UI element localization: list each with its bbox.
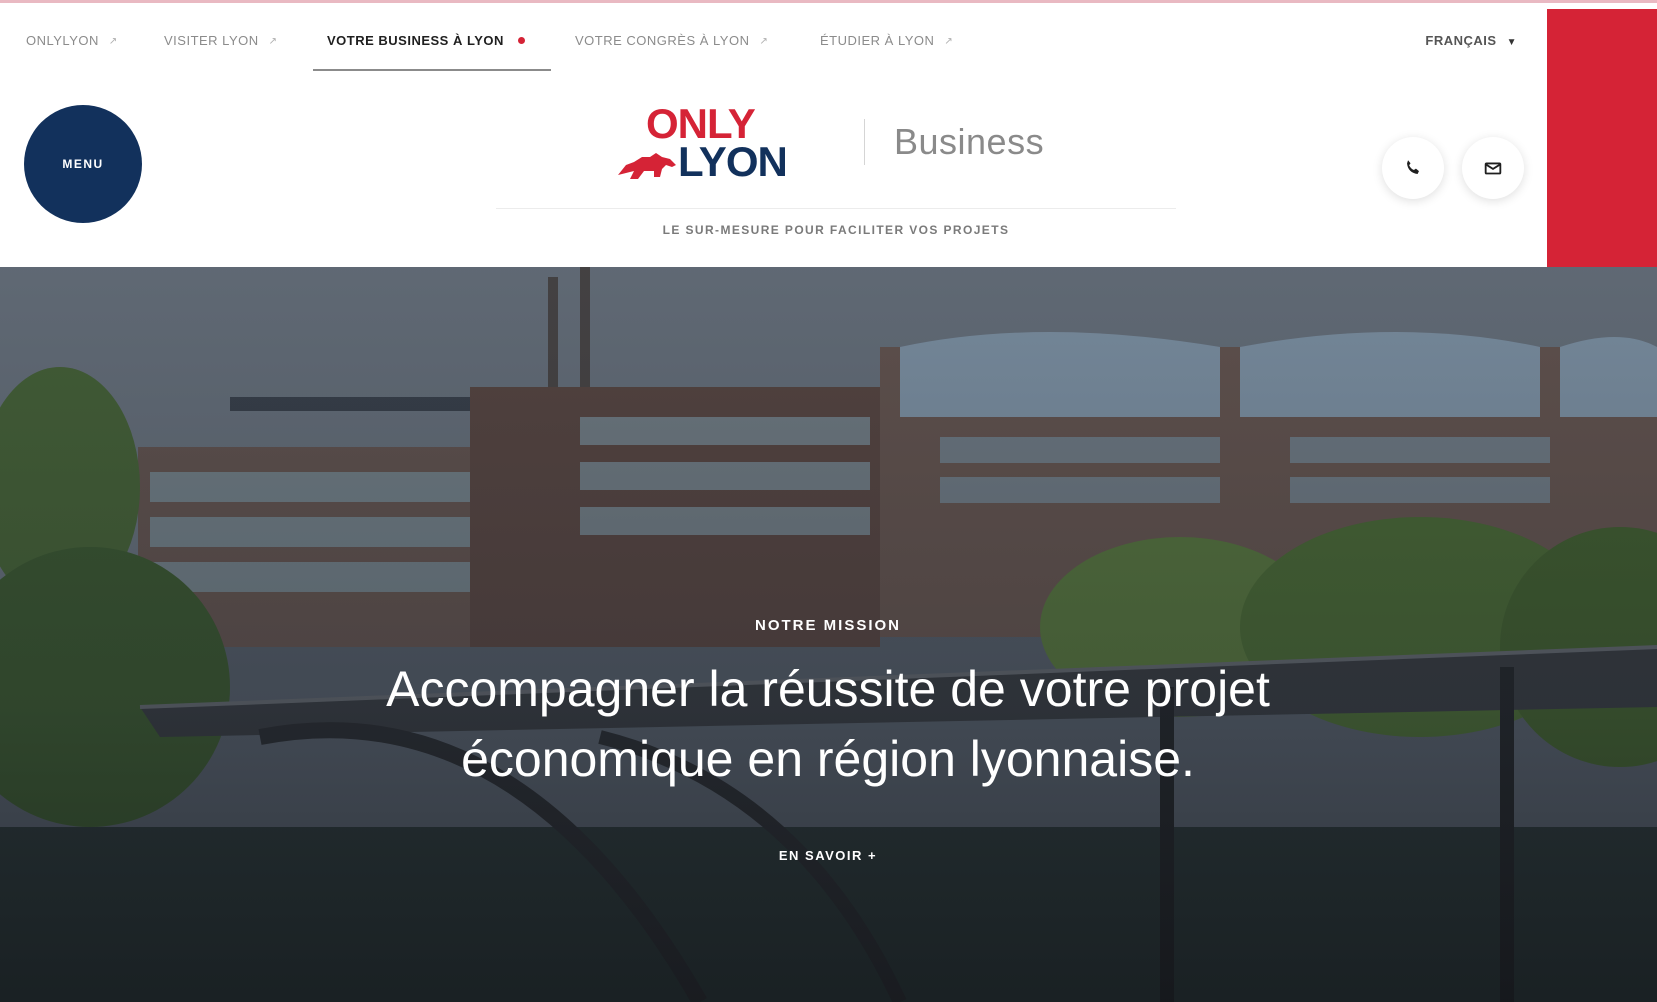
nav-item-label: VISITER LYON <box>164 33 259 48</box>
nav-item-label: ÉTUDIER À LYON <box>820 33 935 48</box>
hero-headline: Accompagner la réussite de votre projet … <box>228 654 1428 794</box>
external-link-icon: ↗ <box>944 36 954 47</box>
active-indicator-dot <box>517 37 525 44</box>
nav-item-label: VOTRE BUSINESS À LYON <box>327 33 504 48</box>
tagline-divider <box>496 208 1176 209</box>
external-link-icon: ↗ <box>108 36 118 47</box>
nav-item-label: ONLYLYON <box>26 33 99 48</box>
hero-headline-line2: économique en région lyonnaise. <box>461 731 1195 787</box>
logo-separator <box>864 119 865 165</box>
mail-icon <box>1484 162 1502 175</box>
hero-banner: NOTRE MISSION Accompagner la réussite de… <box>0 267 1657 1002</box>
lion-icon <box>618 153 676 179</box>
external-link-icon: ↗ <box>759 36 769 47</box>
nav-item-onlylyon[interactable]: ONLYLYON ↗ <box>26 33 118 48</box>
section-title: Business <box>894 121 1045 162</box>
phone-button[interactable] <box>1382 137 1444 199</box>
learn-more-link[interactable]: EN SAVOIR + <box>769 842 887 869</box>
nav-item-etudier-a-lyon[interactable]: ÉTUDIER À LYON ↗ <box>820 33 953 48</box>
language-label: FRANÇAIS <box>1425 33 1497 48</box>
nav-item-label: VOTRE CONGRÈS À LYON <box>575 33 750 48</box>
hero-eyebrow: NOTRE MISSION <box>754 617 901 634</box>
hero-headline-line1: Accompagner la réussite de votre projet <box>386 661 1270 717</box>
nav-item-votre-congres[interactable]: VOTRE CONGRÈS À LYON ↗ <box>575 33 768 48</box>
page-frame: ONLYLYON ↗ VISITER LYON ↗ VOTRE BUSINESS À… <box>0 0 1657 1002</box>
hero-content: NOTRE MISSION Accompagner la réussite de… <box>228 617 1428 869</box>
mail-button[interactable] <box>1462 137 1524 199</box>
nav-item-votre-business[interactable]: VOTRE BUSINESS À LYON <box>327 33 525 48</box>
nav-item-visiter-lyon[interactable]: VISITER LYON ↗ <box>164 33 278 48</box>
onlylyon-logo[interactable]: ONLY LYON <box>616 103 836 185</box>
site-header: MENU ONLY LYON Business LE SUR-MESURE PO… <box>0 71 1547 267</box>
caret-down-icon: ▼ <box>1506 37 1517 48</box>
language-selector[interactable]: FRANÇAIS ▼ <box>1425 33 1517 48</box>
menu-button[interactable]: MENU <box>24 105 142 223</box>
phone-icon <box>1407 160 1419 174</box>
tagline: LE SUR-MESURE POUR FACILITER VOS PROJETS <box>662 223 1010 237</box>
external-link-icon: ↗ <box>268 36 278 47</box>
menu-button-label: MENU <box>62 157 104 171</box>
logo-word-lyon: LYON <box>678 138 788 185</box>
top-navigation: ONLYLYON ↗ VISITER LYON ↗ VOTRE BUSINESS À… <box>0 9 1547 72</box>
